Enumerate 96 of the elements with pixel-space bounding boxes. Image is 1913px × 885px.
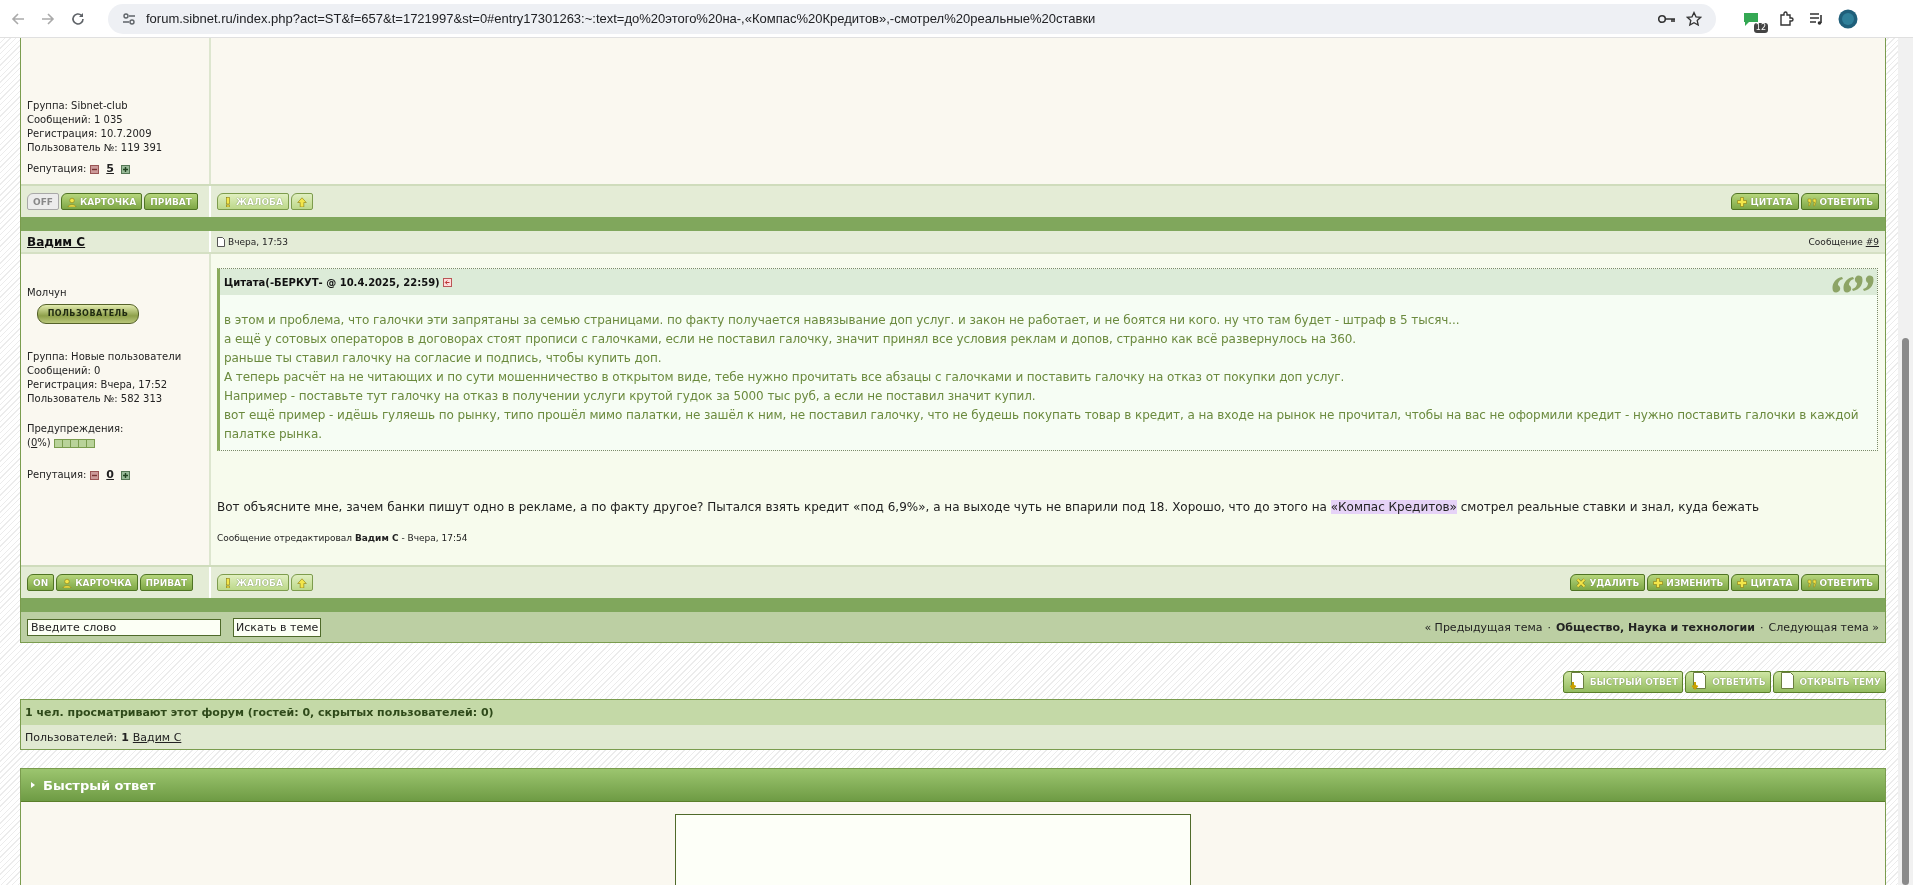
warnings-label: Предупреждения: — [27, 422, 125, 436]
profile-info: Пользователь №: 119 391 — [27, 141, 164, 155]
quote-text: а ещё у сотовых операторов в договорах стоят прописи с галочками, если не поставил галочку, значит принял все условия реклам и допов, странно как всё развернулось на 360. — [224, 331, 1358, 348]
warning-bracket: ( — [27, 436, 31, 450]
reload-icon — [70, 10, 86, 27]
reputation-link[interactable]: 5 — [106, 162, 114, 176]
forum-link[interactable]: Общество, Наука и технологии — [1556, 620, 1755, 634]
jump-to-post-icon — [442, 277, 452, 287]
complaint-button[interactable]: ЖАЛОБА — [217, 574, 289, 591]
quote-text: в этом и проблема, что галочки эти запрятаны за семью страницами. по факту получается навязывание доп услуг. и закон не работает, и не боятся ни кого. ну что там будет - штраф в 5 тысяч... — [224, 312, 1461, 329]
user-link[interactable]: Вадим С — [132, 730, 182, 744]
profile-info: Группа: Новые пользователи — [27, 350, 183, 364]
person-icon — [62, 577, 73, 588]
exclamation-icon — [223, 196, 233, 207]
rank-badge: ПОЛЬЗОВАТЕЛЬ — [37, 304, 139, 324]
profile-card-button[interactable]: КАРТОЧКА — [60, 193, 143, 210]
message-label: Сообщение — [1808, 236, 1863, 247]
profile-info: Группа: Sibnet-club — [27, 99, 129, 113]
fast-reply-button[interactable]: БЫСТРЫЙ ОТВЕТ — [1562, 671, 1684, 693]
document-icon — [1690, 672, 1707, 692]
online-status-button[interactable]: OFF — [27, 193, 59, 210]
online-title: 1 чел. просматривают этот форум (гостей: 0, скрытых пользователей: 0) — [21, 700, 1885, 725]
bookmark-star-icon — [1686, 10, 1702, 27]
puzzle-icon — [1778, 10, 1794, 27]
plus-icon — [1737, 196, 1748, 207]
next-topic-link[interactable]: Следующая тема » — [1768, 620, 1879, 634]
edit-button[interactable]: ИЗМЕНИТЬ — [1647, 574, 1730, 591]
media-controls-icon — [1808, 10, 1824, 27]
profile-avatar-icon — [1838, 8, 1858, 29]
separator-dot: · — [1547, 620, 1551, 634]
users-count: 1 — [121, 730, 129, 744]
quote-mark-icon — [1806, 577, 1817, 588]
profile-info: Сообщений: 0 — [27, 364, 102, 378]
reputation-label: Репутация: — [27, 162, 87, 176]
up-arrow-icon — [296, 577, 307, 588]
new-topic-button[interactable]: ОТКРЫТЬ ТЕМУ — [1772, 671, 1886, 693]
cross-icon — [1576, 577, 1587, 588]
delete-button[interactable]: УДАЛИТЬ — [1570, 574, 1646, 591]
section-title: Быстрый ответ — [43, 777, 156, 793]
quote-text: Например - поставьте тут галочку на отказ в получении услуги крутой гудок за 5000 тыс руб, а если не поставил значит купил. — [224, 388, 1037, 405]
quote-text: вот ещё пример - идёшь гуляешь по рынку, типо прошёл мимо палатки, не зашёл к ним, не поставил галочку, что не будешь покупать товар в кредит, а на входе на рынок не прочитал, чтобы на вас не оформили кредит - нужно поставить галочки в каждой палатке рынка. — [224, 407, 1860, 443]
quote-button[interactable]: ЦИТАТА — [1731, 574, 1799, 591]
separator-dot: · — [1760, 620, 1764, 634]
reply-button[interactable]: ОТВЕТИТЬ — [1685, 671, 1771, 693]
profile-info: Регистрация: 10.7.2009 — [27, 127, 153, 141]
address-bar[interactable]: forum.sibnet.ru/index.php?act=ST&f=657&t=1721997&st=0#entry17301263:~:text=до%20этого%20на-,«Компас%20Кредитов»,-смотрел%20реальные%20ставки — [108, 3, 1716, 34]
reply-button[interactable]: ОТВЕТИТЬ — [1800, 193, 1879, 210]
online-status-button[interactable]: ON — [27, 574, 55, 591]
back-icon — [10, 10, 26, 27]
warning-percent: %) — [37, 436, 51, 450]
scrollbar[interactable] — [1898, 38, 1913, 885]
site-settings-icon — [122, 11, 136, 26]
plus-icon — [1737, 577, 1748, 588]
search-button[interactable]: Искать в теме — [233, 617, 322, 637]
minus-icon — [90, 470, 100, 480]
profile-card-button[interactable]: КАРТОЧКА — [56, 574, 138, 591]
forward-icon — [40, 10, 56, 27]
post-date: Вчера, 17:53 — [228, 236, 288, 247]
plus-icon — [120, 470, 130, 480]
complaint-button[interactable]: ЖАЛОБА — [217, 193, 289, 210]
quote-button[interactable]: ЦИТАТА — [1731, 193, 1799, 210]
scroll-up-button[interactable] — [290, 574, 313, 591]
private-message-button[interactable]: ПРИВАТ — [144, 193, 198, 210]
reputation-label: Репутация: — [27, 468, 87, 482]
author-link[interactable]: Вадим С — [27, 234, 86, 249]
highlighted-text: «Компас Кредитов» — [1330, 500, 1457, 514]
users-label: Пользователей: — [25, 730, 118, 744]
document-icon — [1567, 672, 1584, 692]
quote-text: раньше ты ставил галочку на согласие и подпись, чтобы купить доп. — [224, 350, 663, 367]
edit-note: Сообщение отредактировал Вадим С - Вчера, 17:54 — [217, 533, 469, 543]
user-rank: Молчун — [27, 286, 68, 300]
up-arrow-icon — [296, 196, 307, 207]
previous-topic-link[interactable]: « Предыдущая тема — [1424, 620, 1543, 634]
plus-icon — [1653, 577, 1664, 588]
message-number-link[interactable]: #9 — [1865, 236, 1879, 247]
reply-button[interactable]: ОТВЕТИТЬ — [1800, 574, 1879, 591]
exclamation-icon — [223, 577, 233, 588]
count-badge: 12 — [1753, 22, 1768, 33]
minus-icon — [90, 164, 100, 174]
plus-icon — [120, 164, 130, 174]
search-field[interactable]: Введите слово — [27, 618, 221, 636]
person-icon — [66, 196, 77, 207]
triangle-icon — [31, 782, 35, 788]
quote-mark-icon — [1806, 196, 1817, 207]
profile-info: Сообщений: 1 035 — [27, 113, 124, 127]
post-text: Вот объясните мне, зачем банки пишут одно в рекламе, а по факту другое? Пытался взять кредит «под 6,9%», а на выходе чуть не впарили под 18. Хорошо, что до этого на «Компас Кредитов» смотрел реальные ставки и знал, куда бежать — [217, 499, 1761, 515]
scroll-up-button[interactable] — [290, 193, 313, 210]
profile-info: Регистрация: Вчера, 17:52 — [27, 378, 169, 392]
private-message-button[interactable]: ПРИВАТ — [139, 574, 194, 591]
reputation-link[interactable]: 0 — [106, 468, 114, 482]
profile-info: Пользователь №: 582 313 — [27, 392, 164, 406]
document-icon — [217, 236, 225, 247]
url-text: forum.sibnet.ru/index.php?act=ST&f=657&t=1721997&st=0#entry17301263:~:text=до%20этого%20на-,«Компас%20Кредитов»,-смотрел%20реальные%20ставки — [146, 11, 1096, 26]
quote-text: А теперь расчёт на не читающих и по сути мошенничество в открытом виде, тебе нужно прочитать все абзацы с галочками и поставить галочку на отказ от покупки доп услуг. — [224, 369, 1346, 386]
key-icon — [1658, 12, 1676, 25]
quote-title: Цитата(-БЕРКУТ- @ 10.4.2025, 22:59) — [224, 276, 440, 288]
